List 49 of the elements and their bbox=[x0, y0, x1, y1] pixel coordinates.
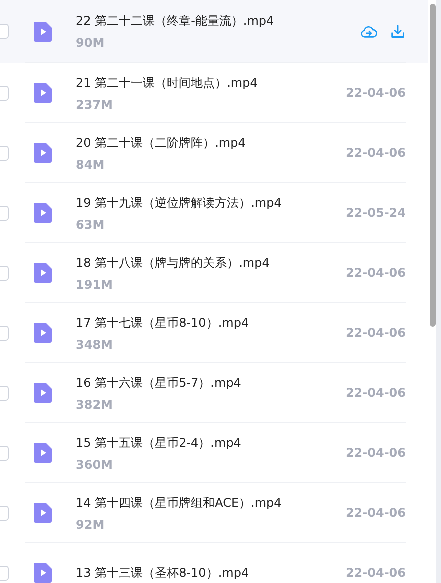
cloud-upload-icon[interactable] bbox=[361, 24, 377, 38]
file-size: 360M bbox=[76, 458, 114, 472]
file-row[interactable]: 18 第十八课（牌与牌的关系）.mp4 191M 22-04-06 bbox=[0, 243, 428, 303]
file-name: 17 第十七课（星币8-10）.mp4 bbox=[76, 314, 250, 332]
video-file-icon bbox=[34, 22, 52, 42]
file-date: 22-04-06 bbox=[346, 566, 406, 580]
video-file-icon bbox=[34, 503, 52, 523]
file-name: 16 第十六课（星币5-7）.mp4 bbox=[76, 374, 242, 392]
file-date: 22-04-06 bbox=[346, 266, 406, 280]
file-size: 382M bbox=[76, 398, 114, 412]
file-size: 237M bbox=[76, 98, 114, 112]
file-date: 22-04-06 bbox=[346, 506, 406, 520]
file-name: 22 第二十二课（终章-能量流）.mp4 bbox=[76, 13, 276, 30]
file-size: 92M bbox=[76, 518, 106, 532]
file-row[interactable]: 19 第十九课（逆位牌解读方法）.mp4 63M 22-05-24 bbox=[0, 183, 428, 243]
file-row[interactable]: 20 第二十课（二阶牌阵）.mp4 84M 22-04-06 bbox=[0, 123, 428, 183]
file-name: 21 第二十一课（时间地点）.mp4 bbox=[76, 74, 259, 92]
file-row[interactable]: 15 第十五课（星币2-4）.mp4 360M 22-04-06 bbox=[0, 423, 428, 483]
file-size: 63M bbox=[76, 218, 106, 232]
video-file-icon bbox=[34, 83, 52, 103]
file-date: 22-05-24 bbox=[346, 206, 406, 220]
video-file-icon bbox=[34, 263, 52, 283]
file-date: 22-04-06 bbox=[346, 86, 406, 100]
file-name: 19 第十九课（逆位牌解读方法）.mp4 bbox=[76, 194, 283, 212]
file-name: 15 第十五课（星币2-4）.mp4 bbox=[76, 434, 242, 452]
file-size: 348M bbox=[76, 338, 114, 352]
file-date: 22-04-06 bbox=[346, 326, 406, 340]
file-date: 22-04-06 bbox=[346, 446, 406, 460]
file-name: 13 第十三课（圣杯8-10）.mp4 bbox=[76, 564, 250, 582]
file-row[interactable]: 16 第十六课（星币5-7）.mp4 382M 22-04-06 bbox=[0, 363, 428, 423]
download-icon[interactable] bbox=[390, 24, 406, 38]
file-name: 20 第二十课（二阶牌阵）.mp4 bbox=[76, 134, 247, 152]
file-row[interactable]: 21 第二十一课（时间地点）.mp4 237M 22-04-06 bbox=[0, 63, 428, 123]
video-file-icon bbox=[34, 143, 52, 163]
file-size: 191M bbox=[76, 278, 114, 292]
file-row[interactable]: 17 第十七课（星币8-10）.mp4 348M 22-04-06 bbox=[0, 303, 428, 363]
file-date: 22-04-06 bbox=[346, 146, 406, 160]
file-row[interactable]: 22 第二十二课（终章-能量流）.mp4 90M bbox=[0, 0, 428, 63]
file-name: 14 第十四课（星币牌组和ACE）.mp4 bbox=[76, 494, 283, 512]
video-file-icon bbox=[34, 443, 52, 463]
file-size: 90M bbox=[76, 36, 106, 50]
file-date: 22-04-06 bbox=[346, 386, 406, 400]
video-file-icon bbox=[34, 383, 52, 403]
scrollbar[interactable] bbox=[429, 0, 441, 583]
video-file-icon bbox=[34, 203, 52, 223]
file-name: 18 第十八课（牌与牌的关系）.mp4 bbox=[76, 254, 271, 272]
video-file-icon bbox=[34, 323, 52, 343]
file-row[interactable]: 14 第十四课（星币牌组和ACE）.mp4 92M 22-04-06 bbox=[0, 483, 428, 543]
file-size: 84M bbox=[76, 158, 106, 172]
